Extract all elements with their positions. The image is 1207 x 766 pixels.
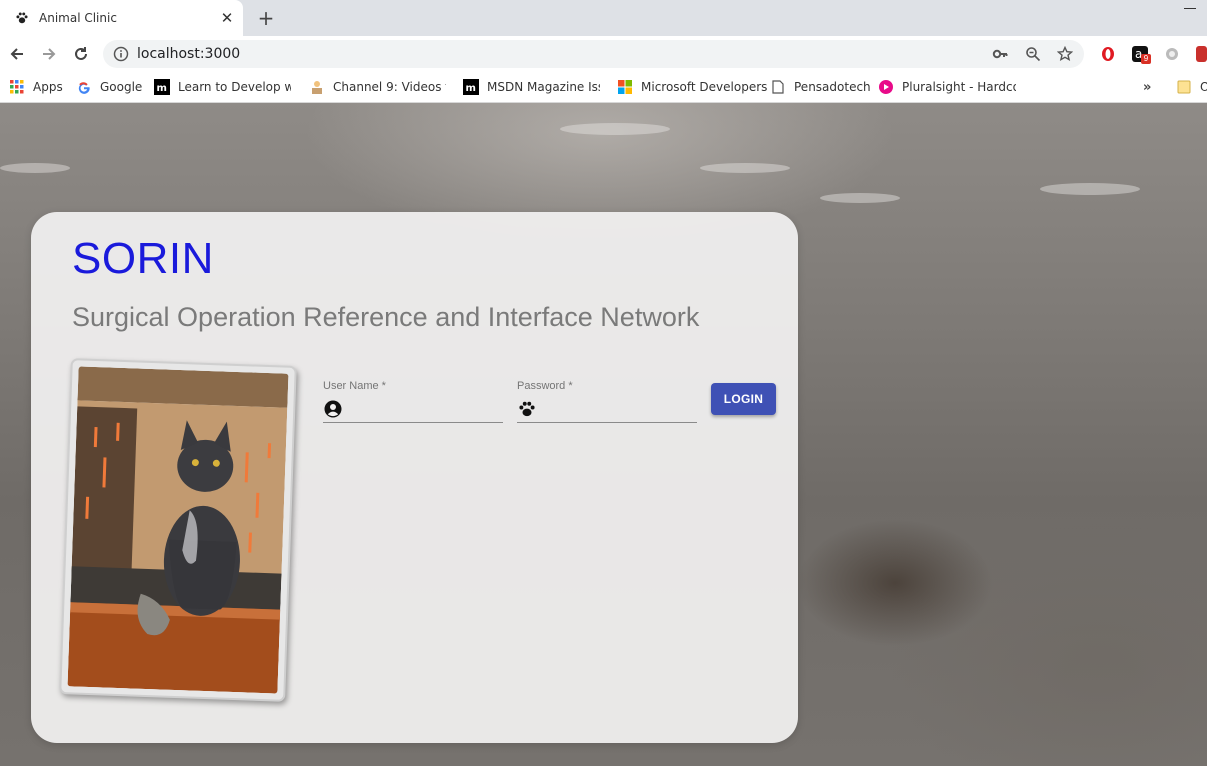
microsoft-icon [617,79,633,95]
username-underline [323,422,503,423]
bookmark-label: Channel 9: Videos for [333,80,446,94]
sand-footprint [560,123,670,135]
extension-red-icon[interactable] [1196,46,1207,62]
login-button[interactable]: LOGIN [711,383,776,415]
address-bar[interactable]: localhost:3000 [103,40,1084,68]
bookmark-folder[interactable]: O [1176,78,1207,96]
folder-icon [1176,79,1192,95]
browser-toolbar: localhost:3000 a 9 [0,36,1207,72]
key-icon[interactable] [992,46,1008,62]
bookmark-label: Google [100,80,143,94]
bookmark-label: Pensadotech [794,80,871,94]
m-icon: m [463,79,479,95]
username-label: User Name * [323,380,386,392]
forward-arrow-icon[interactable] [37,42,61,66]
bookmark-label: Pluralsight - Hardcore [902,80,1016,94]
black-cat-image [67,366,289,694]
sand-footprint [820,193,900,203]
channel9-icon [309,79,325,95]
amazon-icon[interactable]: a 9 [1132,46,1151,64]
paw-icon [518,400,536,418]
bookmark-msdn-magazine[interactable]: m MSDN Magazine Issu [463,78,600,96]
username-input[interactable] [347,398,503,420]
sand-footprint [1040,183,1140,195]
sand-footprint [700,163,790,173]
login-card: SORIN Surgical Operation Reference and I… [31,212,798,743]
page-background: SORIN Surgical Operation Reference and I… [0,103,1207,766]
back-arrow-icon[interactable] [5,42,29,66]
bookmark-label: MSDN Magazine Issu [487,80,600,94]
bookmark-label: Apps [33,80,63,94]
account-circle-icon [324,400,342,418]
zoom-icon[interactable] [1025,46,1041,62]
paw-icon [14,10,30,26]
bookmark-pluralsight[interactable]: Pluralsight - Hardcore [878,78,1016,96]
tab-strip: Animal Clinic ✕ + [0,0,1207,36]
svg-text:m: m [157,83,167,94]
bookmark-pensadotech[interactable]: Pensadotech [770,78,871,96]
username-field: User Name * [323,376,503,424]
reload-icon[interactable] [69,42,93,66]
opera-icon[interactable] [1100,46,1116,62]
svg-text:m: m [466,83,476,94]
sand-footprint [0,163,70,173]
minimize-window-button[interactable] [1184,8,1196,9]
bookmark-label: Microsoft Developers [641,80,768,94]
bookmark-apps[interactable]: Apps [9,78,63,96]
google-icon [76,79,92,95]
cat-photo [59,358,297,702]
bookmark-channel9[interactable]: Channel 9: Videos for [309,78,446,96]
bookmarks-bar: Apps Google m Learn to Develop with Chan… [0,72,1207,103]
bookmark-label: Learn to Develop with [178,80,291,94]
password-field: Password * [517,376,697,424]
bookmark-label: O [1200,80,1207,94]
bookmark-learn-to-develop[interactable]: m Learn to Develop with [154,78,291,96]
star-icon[interactable] [1056,45,1074,62]
new-tab-button[interactable]: + [256,8,276,28]
browser-tab[interactable]: Animal Clinic ✕ [0,0,243,36]
password-underline [517,422,697,423]
m-icon: m [154,79,170,95]
tab-title: Animal Clinic [39,11,117,25]
password-label: Password * [517,380,573,392]
password-input[interactable] [541,398,697,420]
close-tab-icon[interactable]: ✕ [219,10,235,26]
apps-grid-icon [9,79,25,95]
page-icon [770,79,786,95]
brand-subtitle: Surgical Operation Reference and Interfa… [72,302,700,332]
url-text: localhost:3000 [137,46,241,62]
extension-circle-icon[interactable] [1164,46,1180,62]
brand-title: SORIN [72,234,214,283]
more-bookmarks-chevron-icon[interactable]: » [1143,78,1157,96]
bookmark-microsoft-developers[interactable]: Microsoft Developers [617,78,767,96]
pluralsight-icon [878,79,894,95]
extension-badge: 9 [1141,54,1151,64]
bookmark-google[interactable]: Google [76,78,142,96]
info-icon[interactable] [113,46,129,62]
